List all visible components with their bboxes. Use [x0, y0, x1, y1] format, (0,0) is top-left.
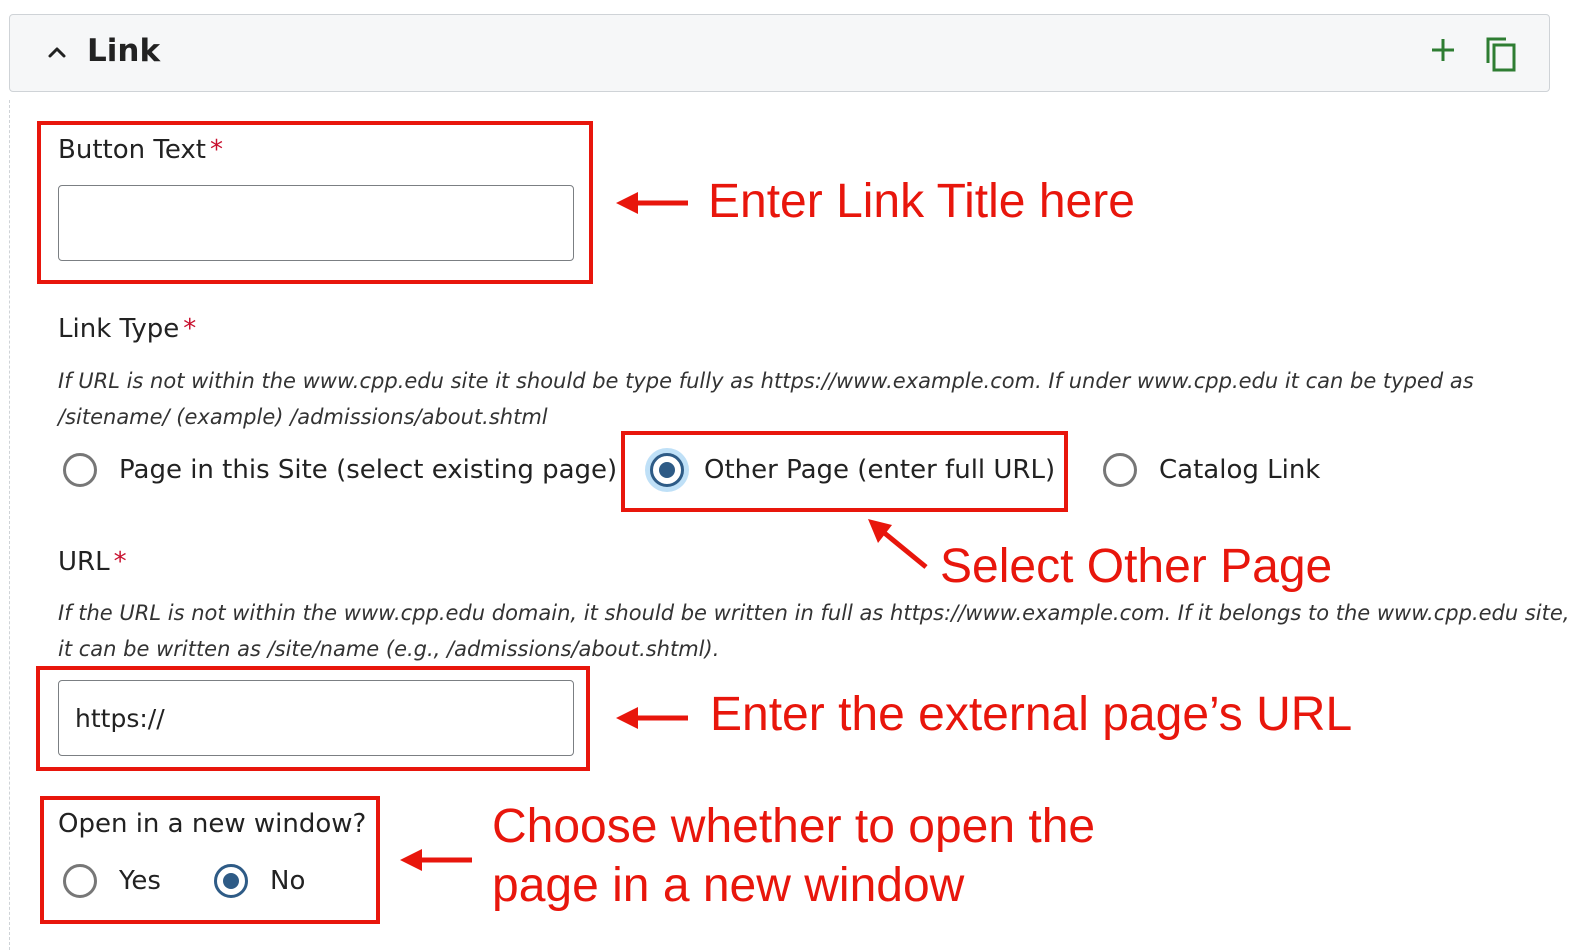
chevron-up-icon[interactable] — [46, 41, 68, 67]
highlight-other-page — [621, 431, 1068, 512]
arrow-left-icon — [616, 707, 688, 729]
url-help-line2: it can be written as /site/name (e.g., /… — [58, 637, 720, 661]
section-title: Link — [87, 33, 161, 69]
link-type-help-line2: /sitename/ (example) /admissions/about.s… — [58, 405, 548, 429]
annotation-title-note: Enter Link Title here — [708, 175, 1135, 228]
radio-label: Page in this Site (select existing page) — [119, 455, 618, 485]
highlight-new-window — [40, 796, 380, 924]
radio-circle[interactable] — [1103, 453, 1137, 487]
arrow-up-left-icon — [868, 519, 928, 569]
radio-catalog-link[interactable]: Catalog Link — [1103, 453, 1320, 487]
section-header: Link — [9, 14, 1550, 92]
link-type-label: Link Type * — [58, 314, 197, 344]
required-marker: * — [183, 314, 197, 344]
radio-page-in-site[interactable]: Page in this Site (select existing page) — [63, 453, 617, 487]
section-guide-line — [9, 100, 10, 950]
annotation-type-note: Select Other Page — [940, 540, 1333, 593]
radio-circle[interactable] — [63, 453, 97, 487]
copy-icon[interactable] — [1484, 35, 1518, 77]
annotation-url-note: Enter the external page’s URL — [710, 688, 1353, 741]
annotation-window-note-line1: Choose whether to open the — [492, 800, 1096, 853]
highlight-button-text — [37, 121, 593, 284]
radio-label: Catalog Link — [1159, 455, 1321, 485]
plus-icon[interactable] — [1430, 37, 1456, 67]
link-type-help-line1: If URL is not within the www.cpp.edu sit… — [58, 369, 1474, 393]
url-label: URL * — [58, 547, 127, 577]
annotation-window-note-line2: page in a new window — [492, 859, 965, 912]
url-help-line1: If the URL is not within the www.cpp.edu… — [58, 601, 1570, 625]
arrow-left-icon — [400, 849, 472, 871]
highlight-url — [36, 666, 590, 771]
arrow-left-icon — [616, 192, 688, 214]
required-marker: * — [113, 547, 127, 577]
